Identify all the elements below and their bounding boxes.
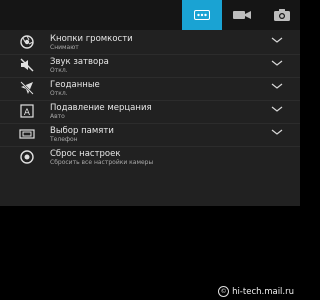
copyright-symbol: © (220, 287, 227, 295)
video-camera-icon (233, 11, 251, 19)
more-dots-icon (194, 10, 210, 20)
video-tab[interactable] (222, 0, 262, 30)
storage-icon (18, 126, 36, 142)
photo-camera-icon (274, 9, 290, 21)
setting-title: Сброс настроек (50, 149, 121, 159)
chevron-down-icon[interactable] (271, 58, 283, 68)
chevron-down-icon[interactable] (271, 81, 283, 91)
camera-aperture-icon (18, 34, 36, 50)
setting-title: Подавление мерцания (50, 103, 152, 113)
setting-reset[interactable]: Сброс настроек Сбросить все настройки ка… (0, 146, 300, 168)
chevron-down-icon[interactable] (271, 127, 283, 137)
settings-panel: Кнопки громкости Снимают Звук затвора От… (0, 30, 300, 206)
setting-value: Откл. (50, 67, 68, 74)
photo-tab[interactable] (262, 0, 302, 30)
reset-icon (18, 149, 36, 165)
top-tab-bar (0, 0, 300, 30)
setting-value: Сбросить все настройки камеры (50, 159, 154, 166)
chevron-down-icon[interactable] (271, 35, 283, 45)
setting-shutter-sound[interactable]: Звук затвора Откл. (0, 54, 300, 76)
setting-flicker-reduction[interactable]: A Подавление мерцания Авто (0, 100, 300, 122)
setting-geodata[interactable]: Геоданные Откл. (0, 77, 300, 99)
setting-value: Снимают (50, 44, 79, 51)
setting-title: Звук затвора (50, 57, 109, 67)
setting-storage[interactable]: Выбор памяти Телефон (0, 123, 300, 145)
location-off-icon (18, 80, 36, 96)
sound-off-icon (18, 57, 36, 73)
settings-tab[interactable] (182, 0, 222, 30)
svg-text:A: A (24, 108, 31, 118)
flicker-icon: A (18, 103, 36, 119)
setting-volume-keys[interactable]: Кнопки громкости Снимают (0, 31, 300, 53)
setting-title: Кнопки громкости (50, 34, 133, 44)
copyright-icon: © (218, 286, 230, 297)
setting-title: Геоданные (50, 80, 100, 90)
setting-value: Откл. (50, 90, 68, 97)
setting-value: Телефон (50, 136, 78, 143)
chevron-down-icon[interactable] (271, 104, 283, 114)
watermark: © hi-tech.mail.ru (218, 286, 294, 297)
setting-title: Выбор памяти (50, 126, 114, 136)
setting-value: Авто (50, 113, 65, 120)
watermark-text: hi-tech.mail.ru (232, 286, 294, 297)
